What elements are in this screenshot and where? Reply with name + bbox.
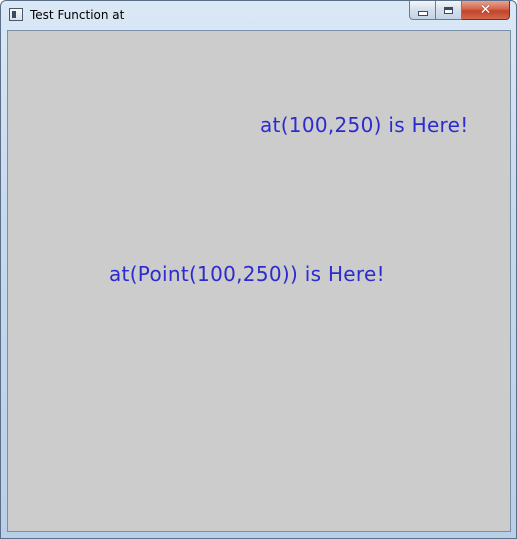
app-window: Test Function at ✕ at(100,250) is Here! …	[0, 0, 517, 539]
maximize-icon	[444, 6, 453, 14]
close-button[interactable]: ✕	[462, 1, 510, 20]
minimize-button[interactable]	[409, 1, 436, 20]
caption-buttons: ✕	[409, 1, 510, 21]
title-bar[interactable]: Test Function at ✕	[1, 1, 516, 29]
close-icon: ✕	[479, 2, 492, 18]
canvas-label-at-point: at(Point(100,250)) is Here!	[109, 262, 385, 286]
minimize-icon	[417, 10, 428, 16]
canvas-label-at-coords: at(100,250) is Here!	[260, 113, 469, 137]
image-canvas: at(100,250) is Here! at(Point(100,250)) …	[8, 31, 510, 531]
window-app-icon[interactable]	[9, 8, 23, 21]
window-title: Test Function at	[30, 8, 125, 22]
maximize-button[interactable]	[436, 1, 462, 20]
client-area: at(100,250) is Here! at(Point(100,250)) …	[7, 30, 511, 532]
